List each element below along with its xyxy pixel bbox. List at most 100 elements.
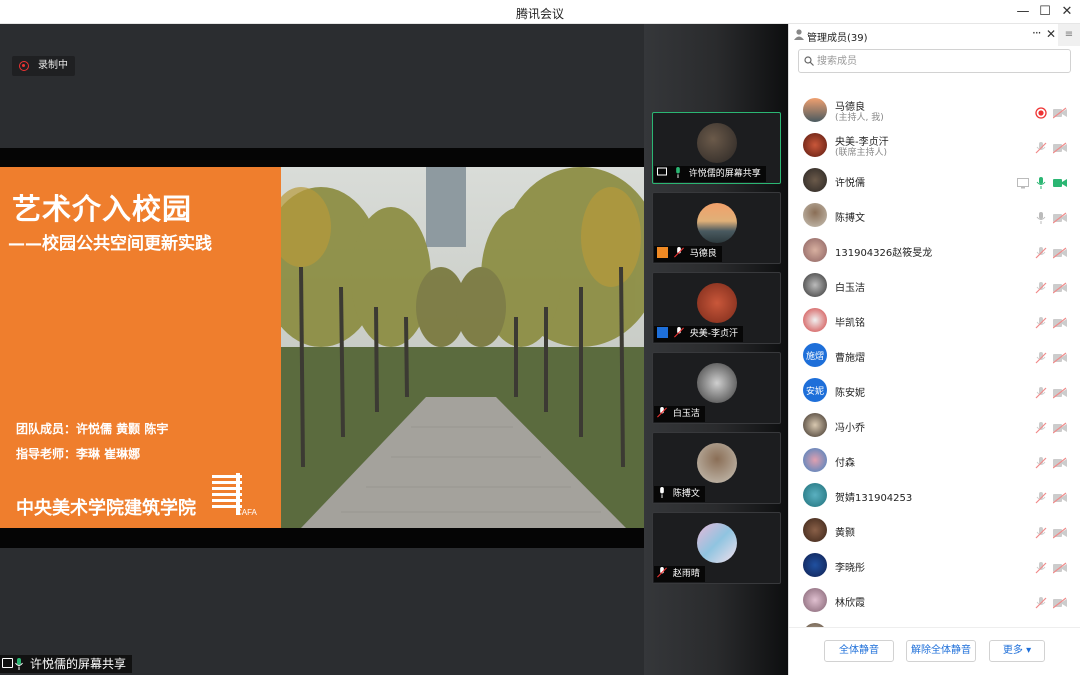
member-row[interactable]: 白玉洁 <box>789 267 1080 302</box>
minimize-icon[interactable]: — <box>1013 3 1033 21</box>
member-role: (联席主持人) <box>835 148 888 158</box>
member-avatar <box>803 448 827 472</box>
camera-on-icon[interactable] <box>1053 174 1067 187</box>
member-row[interactable]: 李晓彤 <box>789 547 1080 582</box>
more-button[interactable]: 更多 ▾ <box>989 640 1045 662</box>
participant-avatar <box>697 443 737 483</box>
video-tile[interactable]: 陈搏文 <box>652 432 781 504</box>
mic-muted-icon[interactable] <box>1035 419 1047 434</box>
member-avatar <box>803 413 827 437</box>
member-avatar <box>803 483 827 507</box>
member-row[interactable]: 央美-李贞汗 (联席主持人) <box>789 127 1080 162</box>
mic-muted-icon[interactable] <box>1035 314 1047 329</box>
member-name: 贺婧131904253 <box>835 493 913 504</box>
more-options-icon[interactable]: ··· <box>1032 26 1042 40</box>
member-row[interactable]: 贺婧131904253 <box>789 477 1080 512</box>
mic-muted-icon[interactable] <box>1035 349 1047 364</box>
camera-off-icon[interactable] <box>1052 559 1067 574</box>
member-avatar <box>803 203 827 227</box>
close-window-icon[interactable]: ✕ <box>1057 3 1077 21</box>
member-avatar <box>803 518 827 542</box>
member-avatar <box>803 133 827 157</box>
member-name: 毕凯铭 <box>835 318 865 329</box>
mic-muted-icon[interactable] <box>1035 489 1047 504</box>
camera-off-icon[interactable] <box>1052 419 1067 434</box>
mic-on-icon <box>660 487 664 498</box>
member-avatar <box>803 168 827 192</box>
letterbox-bottom <box>0 528 644 548</box>
avatar-initials: 安妮 <box>805 386 824 397</box>
member-row[interactable]: 施熠 曹施熠 <box>789 337 1080 372</box>
tile-name: 赵雨晴 <box>672 569 700 579</box>
mic-muted-icon[interactable] <box>1035 454 1047 469</box>
member-name: 陈安妮 <box>835 388 865 399</box>
member-row[interactable]: 冯小乔 <box>789 407 1080 442</box>
camera-off-icon[interactable] <box>1052 349 1067 364</box>
camera-off-icon[interactable] <box>1052 314 1067 329</box>
member-row[interactable]: 安妮 陈安妮 <box>789 372 1080 407</box>
camera-off-icon[interactable] <box>1052 139 1067 154</box>
mic-muted-icon[interactable] <box>1035 384 1047 399</box>
search-input[interactable] <box>817 53 1057 69</box>
video-tile[interactable]: 马德良 <box>652 192 781 264</box>
mic-muted-icon[interactable] <box>1035 594 1047 609</box>
member-avatar <box>803 98 827 122</box>
member-row[interactable]: 131904326赵筱旻龙 <box>789 232 1080 267</box>
mic-muted-icon <box>673 327 684 338</box>
camera-off-icon[interactable] <box>1052 489 1067 504</box>
camera-off-icon[interactable] <box>1052 524 1067 539</box>
mic-idle-icon[interactable] <box>1035 209 1047 224</box>
member-avatar: 安妮 <box>803 378 827 402</box>
person-icon <box>657 247 668 258</box>
camera-off-icon[interactable] <box>1052 104 1067 119</box>
tile-name-badge: 马德良 <box>654 246 722 262</box>
avatar-initials: 施熠 <box>805 351 824 362</box>
tile-name-badge: 陈搏文 <box>654 486 705 502</box>
member-name: 冯小乔 <box>835 423 865 434</box>
mute-all-button[interactable]: 全体静音 <box>824 640 894 662</box>
panel-menu-icon[interactable]: ≡ <box>1058 24 1080 46</box>
member-avatar <box>803 308 827 332</box>
video-tile[interactable]: 白玉洁 <box>652 352 781 424</box>
tile-name: 马德良 <box>689 249 717 259</box>
tile-name-badge: 央美-李贞汗 <box>654 326 743 342</box>
member-avatar <box>803 238 827 262</box>
member-row[interactable]: 陈搏文 <box>789 197 1080 232</box>
tile-name-badge: 许悦儒的屏幕共享 <box>654 166 766 182</box>
mic-muted-icon[interactable] <box>1035 559 1047 574</box>
unmute-all-button[interactable]: 解除全体静音 <box>906 640 976 662</box>
recording-label: 录制中 <box>38 60 68 71</box>
camera-off-icon[interactable] <box>1052 209 1067 224</box>
member-row[interactable]: 黄颢 <box>789 512 1080 547</box>
member-row[interactable]: 许悦儒 <box>789 162 1080 197</box>
member-row[interactable]: 马德良 (主持人, 我) <box>789 92 1080 127</box>
slide-subtitle: ——校园公共空间更新实践 <box>8 234 212 254</box>
close-panel-icon[interactable]: ✕ <box>1046 27 1056 41</box>
video-tile[interactable]: 许悦儒的屏幕共享 <box>652 112 781 184</box>
recording-indicator[interactable]: 录制中 <box>12 56 75 76</box>
video-tile[interactable]: 央美-李贞汗 <box>652 272 781 344</box>
mic-muted-icon[interactable] <box>1035 524 1047 539</box>
mic-muted-icon[interactable] <box>1035 279 1047 294</box>
cafa-logo: CAFA <box>212 473 258 517</box>
mic-muted-icon[interactable] <box>1035 244 1047 259</box>
member-name: 陈搏文 <box>835 213 865 224</box>
mic-muted-icon[interactable] <box>1035 139 1047 154</box>
person-icon <box>657 327 668 338</box>
camera-off-icon[interactable] <box>1052 384 1067 399</box>
camera-off-icon[interactable] <box>1052 244 1067 259</box>
camera-off-icon[interactable] <box>1052 594 1067 609</box>
tile-name: 陈搏文 <box>672 489 700 499</box>
member-row[interactable]: 毕凯铭 <box>789 302 1080 337</box>
maximize-icon[interactable]: ☐ <box>1035 3 1055 21</box>
video-tile[interactable]: 赵雨晴 <box>652 512 781 584</box>
slide-team-members: 团队成员：许悦儒 黄颢 陈宇 <box>16 422 169 436</box>
mic-on-icon[interactable] <box>1035 174 1047 189</box>
member-row[interactable]: 林欣霞 <box>789 582 1080 617</box>
camera-off-icon[interactable] <box>1052 279 1067 294</box>
member-row[interactable]: 付森 <box>789 442 1080 477</box>
slide-title: 艺术介入校园 <box>12 192 193 226</box>
member-panel: 管理成员(39) ··· ✕ ≡ 马德良(主持人, 我)央美-李贞汗(联席主持人… <box>788 24 1080 675</box>
member-search[interactable] <box>798 49 1071 73</box>
camera-off-icon[interactable] <box>1052 454 1067 469</box>
